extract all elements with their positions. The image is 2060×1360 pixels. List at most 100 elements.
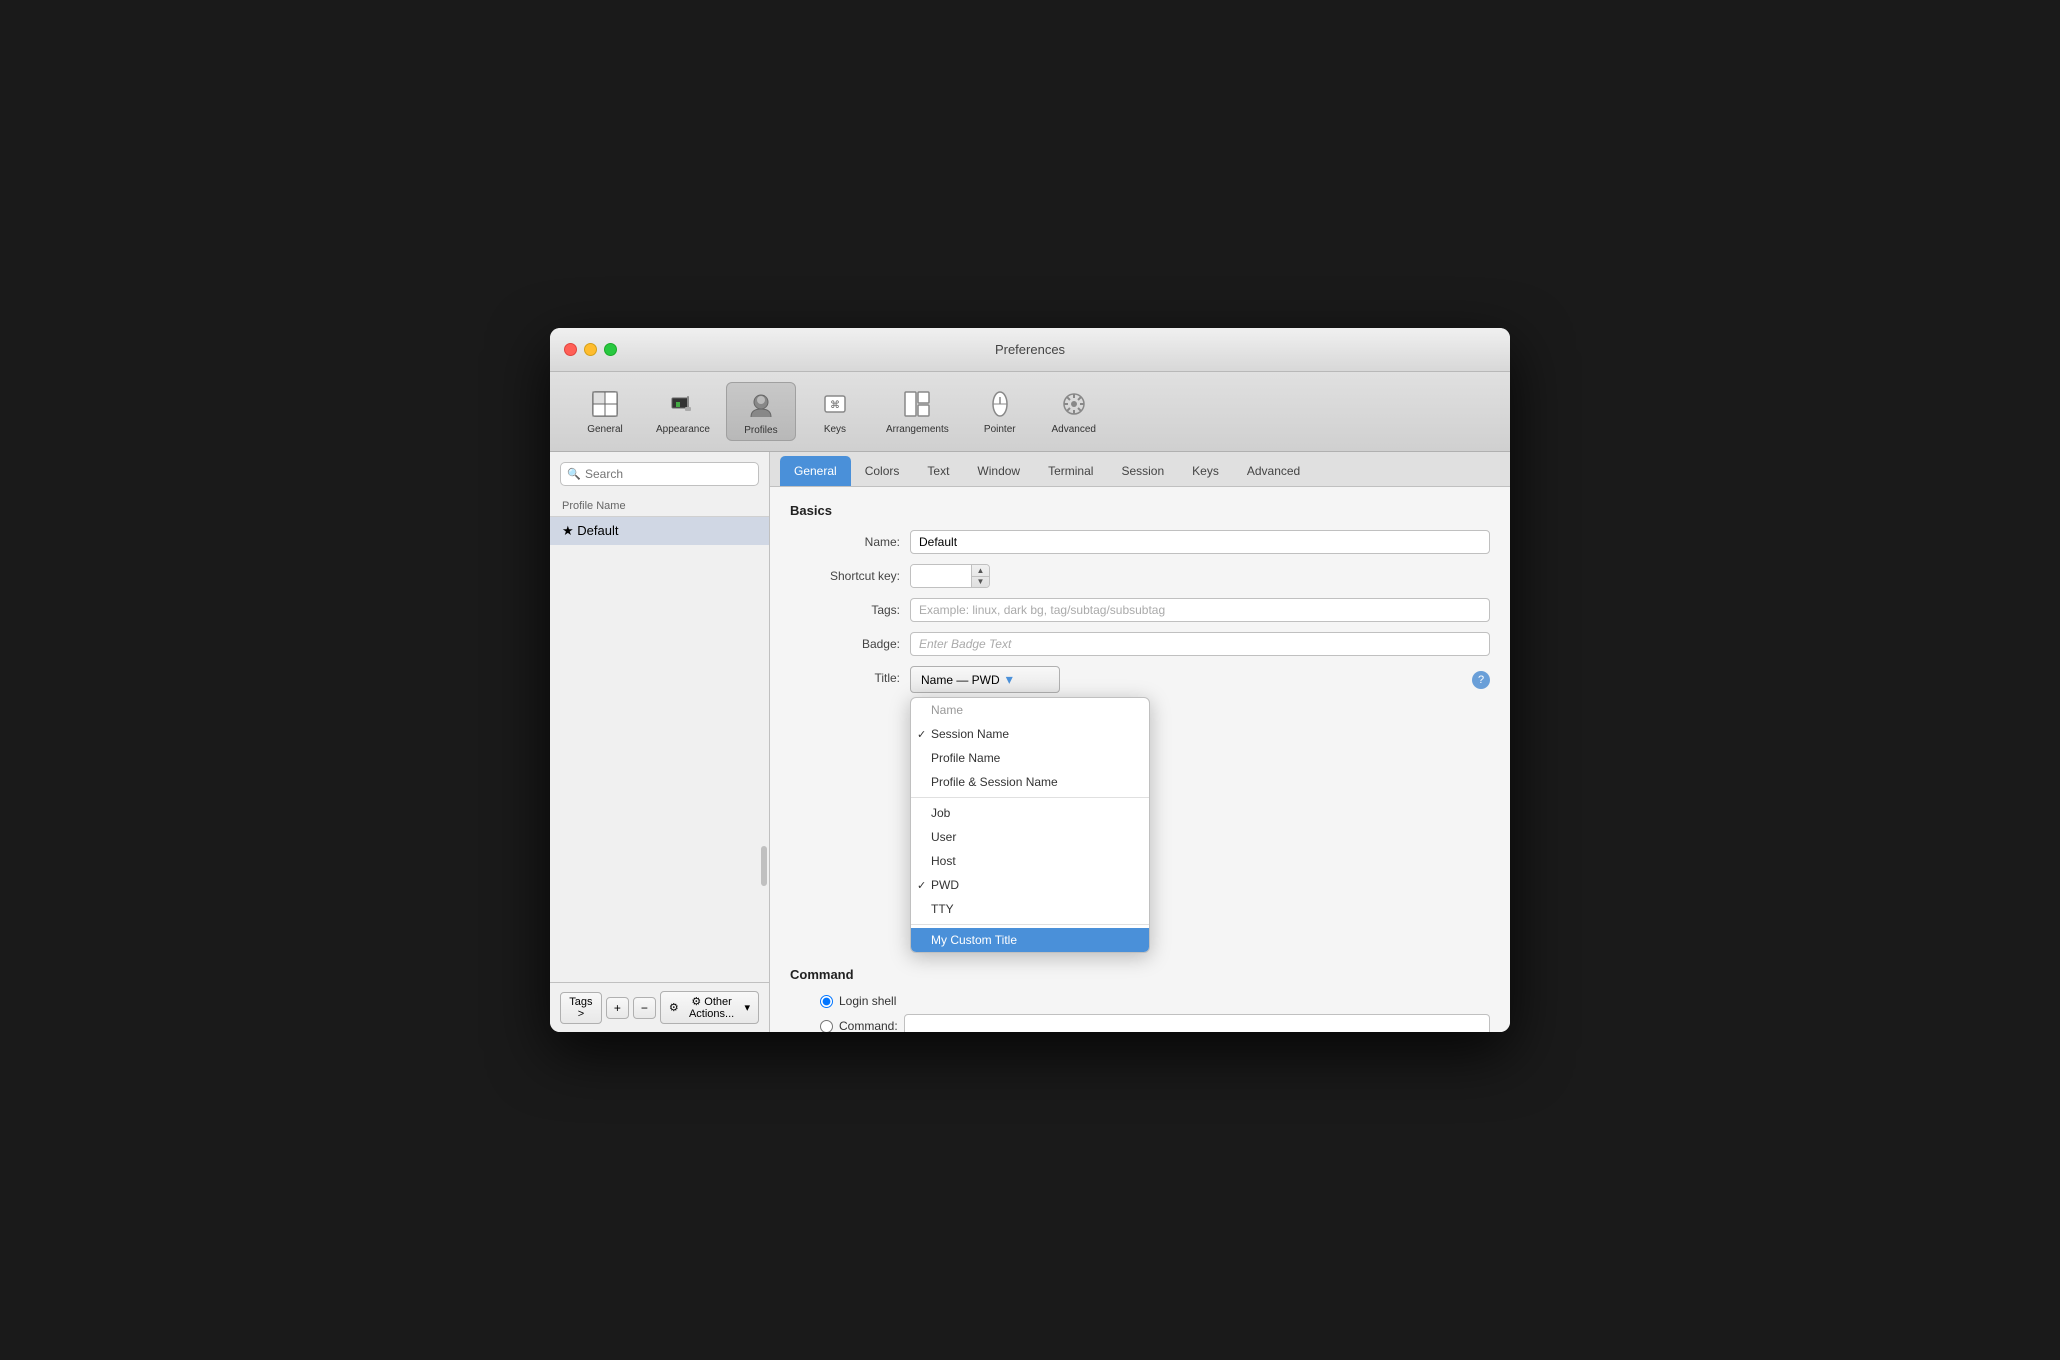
other-actions-button[interactable]: ⚙ ⚙ Other Actions... ▾ [660,991,759,1024]
toolbar-general[interactable]: General [570,382,640,441]
toolbar-advanced-label: Advanced [1052,424,1096,435]
toolbar-keys[interactable]: ⌘ Keys [800,382,870,441]
dropdown-item-pwd[interactable]: PWD [911,873,1149,897]
shortcut-row: Shortcut key: ▲ ▼ [790,564,1490,588]
command-section: Command Login shell Command: [790,967,1490,1032]
badge-row: Badge: [790,632,1490,656]
tab-session[interactable]: Session [1107,456,1178,486]
toolbar-pointer[interactable]: Pointer [965,382,1035,441]
gear-icon: ⚙ [669,1001,679,1014]
dropdown-item-user[interactable]: User [911,825,1149,849]
name-input[interactable] [910,530,1490,554]
remove-profile-button[interactable]: − [633,997,656,1019]
login-shell-radio[interactable] [820,995,833,1008]
stepper-down-button[interactable]: ▼ [972,577,989,588]
title-dropdown-menu: Name Session Name Profile Name Profile &… [910,697,1150,953]
stepper-up-button[interactable]: ▲ [972,565,989,577]
maximize-button[interactable] [604,343,617,356]
search-icon: 🔍 [567,468,581,481]
appearance-icon [665,386,701,422]
search-input[interactable] [560,462,759,486]
dropdown-item-session-name[interactable]: Session Name [911,722,1149,746]
svg-text:⌘: ⌘ [830,400,840,411]
name-label: Name: [790,535,910,549]
tags-row: Tags: [790,598,1490,622]
basics-section-title: Basics [790,503,1490,518]
title-select-button[interactable]: Name — PWD ▾ [910,666,1060,693]
profile-list: ★ Default [550,517,769,750]
tab-window[interactable]: Window [963,456,1034,486]
command-label: Command: [839,1019,898,1032]
preferences-window: Preferences General [550,328,1510,1032]
tab-colors[interactable]: Colors [851,456,914,486]
panel-content: Basics Name: Shortcut key: ▲ [770,487,1510,1032]
title-dropdown-row: Name — PWD ▾ ? [910,666,1490,693]
badge-input[interactable] [910,632,1490,656]
toolbar-appearance[interactable]: Appearance [644,382,722,441]
dropdown-separator-2 [911,924,1149,925]
pointer-icon [982,386,1018,422]
toolbar-appearance-label: Appearance [656,424,710,435]
command-row: Command: [790,1014,1490,1032]
title-control: Name — PWD ▾ ? Name Session Name Profile… [910,666,1490,953]
profile-list-header: Profile Name [550,496,769,517]
login-shell-row: Login shell [790,994,1490,1008]
tags-input[interactable] [910,598,1490,622]
toolbar-pointer-label: Pointer [984,424,1016,435]
dropdown-item-tty[interactable]: TTY [911,897,1149,921]
toolbar-profiles-label: Profiles [744,425,777,436]
tab-bar: General Colors Text Window Terminal Sess… [770,452,1510,487]
other-actions-label: ⚙ Other Actions... [683,995,741,1020]
dropdown-item-profile-name[interactable]: Profile Name [911,746,1149,770]
help-label: ? [1478,674,1484,686]
advanced-icon [1056,386,1092,422]
arrangements-icon [899,386,935,422]
tags-label: Tags: [790,603,910,617]
toolbar: General Appearance [550,372,1510,452]
general-icon [587,386,623,422]
search-box: 🔍 [560,462,759,486]
sidebar: 🔍 Profile Name ★ Default Tags > + − ⚙ ⚙ … [550,452,770,1032]
dropdown-item-host[interactable]: Host [911,849,1149,873]
dropdown-item-job[interactable]: Job [911,801,1149,825]
traffic-lights [564,343,617,356]
chevron-down-icon: ▾ [744,1001,750,1014]
shortcut-input[interactable] [911,565,971,587]
name-row: Name: [790,530,1490,554]
window-title: Preferences [995,342,1065,357]
dropdown-item-name: Name [911,698,1149,722]
minimize-button[interactable] [584,343,597,356]
dropdown-item-custom-title[interactable]: My Custom Title [911,928,1149,952]
profile-item-default[interactable]: ★ Default [550,517,769,545]
title-select-value: Name — PWD [921,673,1000,687]
shortcut-stepper[interactable]: ▲ ▼ [910,564,990,588]
content-area: 🔍 Profile Name ★ Default Tags > + − ⚙ ⚙ … [550,452,1510,1032]
toolbar-advanced[interactable]: Advanced [1039,382,1109,441]
tab-text[interactable]: Text [913,456,963,486]
profiles-icon [743,387,779,423]
dropdown-item-profile-session-name[interactable]: Profile & Session Name [911,770,1149,794]
shortcut-label: Shortcut key: [790,569,910,583]
toolbar-keys-label: Keys [824,424,846,435]
badge-control [910,632,1490,656]
command-radio[interactable] [820,1020,833,1033]
close-button[interactable] [564,343,577,356]
toolbar-arrangements[interactable]: Arrangements [874,382,961,441]
keys-icon: ⌘ [817,386,853,422]
tab-terminal[interactable]: Terminal [1034,456,1107,486]
tab-keys[interactable]: Keys [1178,456,1233,486]
add-profile-button[interactable]: + [606,997,629,1019]
tab-advanced[interactable]: Advanced [1233,456,1314,486]
toolbar-profiles[interactable]: Profiles [726,382,796,441]
main-panel: General Colors Text Window Terminal Sess… [770,452,1510,1032]
dropdown-separator-1 [911,797,1149,798]
tab-general[interactable]: General [780,456,851,486]
name-control [910,530,1490,554]
shortcut-control: ▲ ▼ [910,564,1490,588]
stepper-buttons: ▲ ▼ [971,565,989,587]
help-icon[interactable]: ? [1472,671,1490,689]
tags-button[interactable]: Tags > [560,992,602,1024]
badge-label: Badge: [790,637,910,651]
command-input[interactable] [904,1014,1490,1032]
sidebar-footer: Tags > + − ⚙ ⚙ Other Actions... ▾ [550,982,769,1032]
